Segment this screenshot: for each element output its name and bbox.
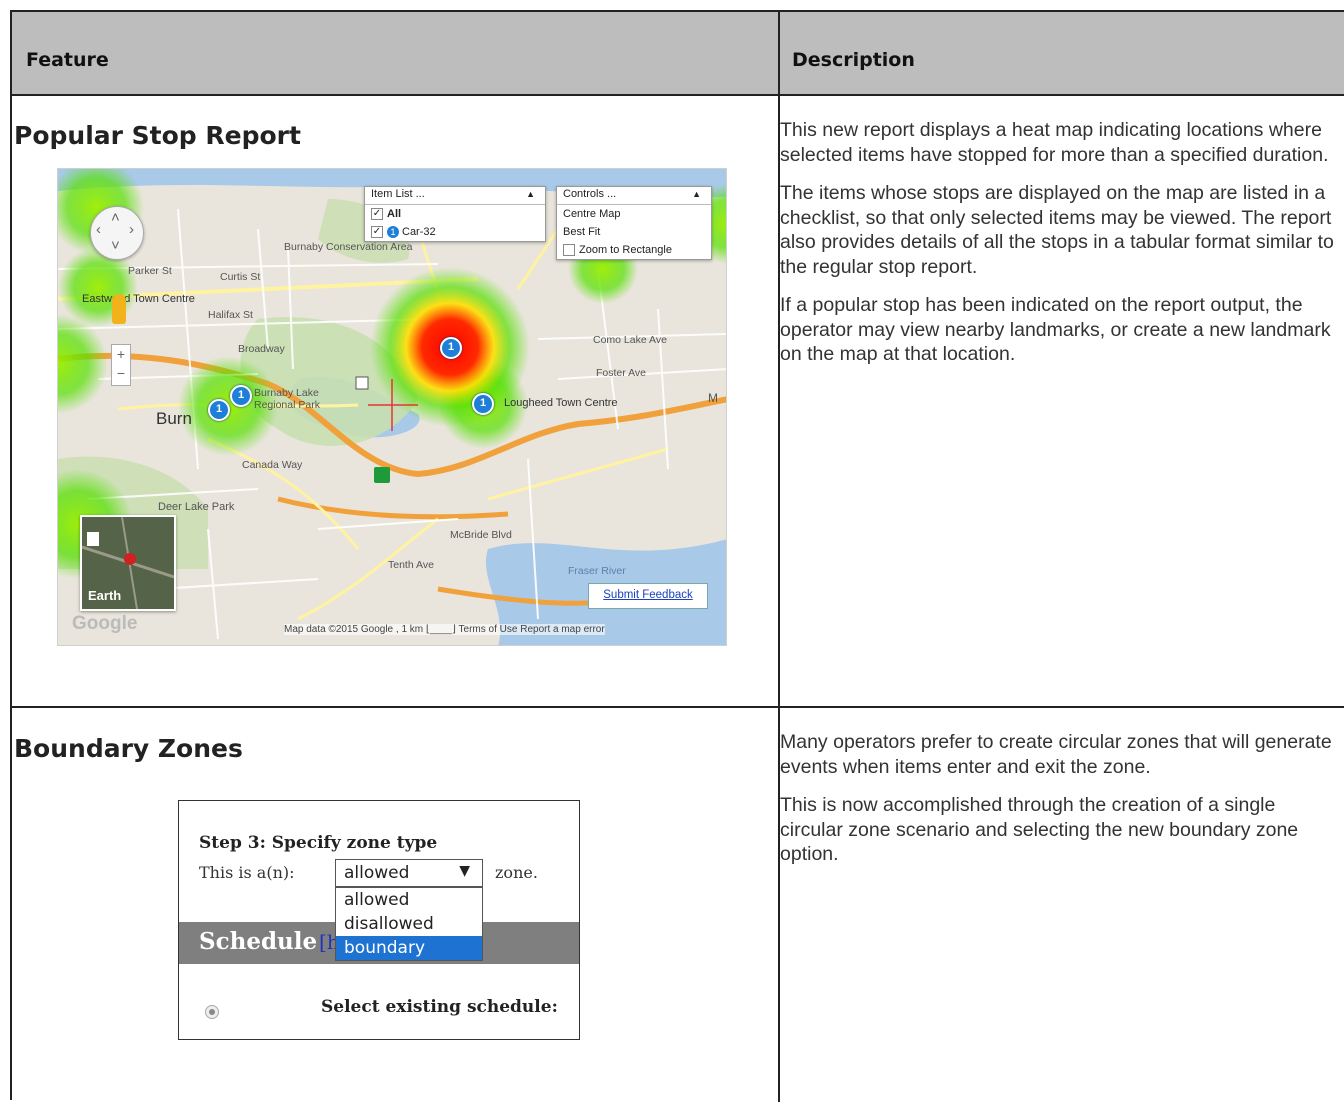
description-paragraph: This new report displays a heat map indi… [780,119,1329,166]
description-paragraph: The items whose stops are displayed on t… [780,182,1334,278]
map-label: Deer Lake Park [158,501,235,513]
row-divider [12,706,1344,708]
map-label: Broadway [238,343,285,355]
heat-map-screenshot: Burnaby Conservation Area Eastwood Town … [57,168,727,646]
stop-marker[interactable]: 1 [230,385,252,407]
map-label: Foster Ave [596,367,646,379]
control-best-fit[interactable]: Best Fit [557,223,711,241]
selected-value: allowed [344,863,410,883]
checkbox-icon[interactable] [563,244,575,257]
table-header [12,12,1344,96]
stop-marker[interactable]: 1 [208,399,230,421]
header-description: Description [792,49,915,71]
description-paragraph: If a popular stop has been indicated on … [780,294,1331,365]
pan-left-icon[interactable]: ‹ [96,221,101,238]
map-label: Fraser River [568,565,626,577]
checkbox-checked-icon[interactable]: ✓ [371,208,383,221]
google-logo: Google [72,613,138,634]
item-list-header[interactable]: Item List ... ▲ [365,187,545,205]
item-label: Car-32 [402,226,436,239]
zone-type-screenshot: Step 3: Specify zone type This is a(n): … [178,800,580,1040]
map-label: Halifax St [208,309,253,321]
control-centre-map[interactable]: Centre Map [557,205,711,223]
stop-marker[interactable]: 1 [472,393,494,415]
controls-header[interactable]: Controls ... ▲ [557,187,711,205]
earth-label: Earth [88,588,122,603]
map-label: Tenth Ave [388,559,434,571]
controls-panel: Controls ... ▲ Centre Map Best Fit Zoom … [556,186,712,261]
control-label: Zoom to Rectangle [579,244,672,256]
zone-type-label: This is a(n): [199,863,295,882]
map-label: M [708,391,718,405]
map-label: Burnaby Conservation Area [284,241,413,253]
map-label: Lougheed Town Centre [504,397,618,409]
zoom-out-icon[interactable]: − [112,364,130,383]
option-boundary[interactable]: boundary [336,936,482,960]
description-paragraph: This is now accomplished through the cre… [780,794,1299,865]
schedule-title: Schedule [199,928,318,955]
stop-marker[interactable]: 1 [440,337,462,359]
earth-view-toggle[interactable]: Earth [80,515,176,611]
feature-title-popular-stop: Popular Stop Report [14,121,301,150]
zoom-control[interactable]: + − [111,344,131,386]
item-label: All [387,208,402,220]
map-label: Parker St [128,265,172,277]
map-label: Eastwood Town Centre [82,293,195,305]
item-list-title: Item List ... [371,188,425,200]
step-heading: Step 3: Specify zone type [199,833,438,853]
zoom-in-icon[interactable]: + [112,345,130,364]
map-label: Burn [156,409,192,428]
stop-marker-icon: 1 [387,226,399,239]
header-feature: Feature [26,49,109,71]
pan-down-icon[interactable]: ˅ [111,237,120,254]
option-allowed[interactable]: allowed [336,888,482,912]
map-label: Como Lake Ave [593,334,667,346]
collapse-icon[interactable]: ▲ [526,189,535,199]
dropdown-arrow-icon[interactable]: ▼ [459,863,470,879]
map-label: Canada Way [242,459,303,471]
zone-word: zone. [495,863,538,882]
description-paragraph: Many operators prefer to create circular… [780,731,1332,778]
description-boundary-zones: Many operators prefer to create circular… [780,730,1340,881]
collapse-icon[interactable]: ▲ [692,189,701,199]
item-list-all[interactable]: ✓ All [365,205,545,223]
zone-type-options: allowed disallowed boundary [335,887,483,961]
existing-schedule-radio[interactable] [205,1005,219,1019]
item-list-car[interactable]: ✓ 1 Car-32 [365,223,545,241]
pan-up-icon[interactable]: ˄ [111,209,120,226]
option-disallowed[interactable]: disallowed [336,912,482,936]
map-label: Curtis St [220,271,261,283]
pan-right-icon[interactable]: › [129,221,134,238]
street-view-pegman-icon[interactable] [112,294,126,324]
zone-type-select[interactable]: allowed ▼ [335,859,483,887]
description-popular-stop: This new report displays a heat map indi… [780,118,1340,381]
feature-title-boundary-zones: Boundary Zones [14,734,243,763]
control-zoom-rectangle[interactable]: Zoom to Rectangle [557,241,711,259]
existing-schedule-label: Select existing schedule: [321,997,558,1017]
map-attribution[interactable]: Map data ©2015 Google , 1 km ⌊____⌋ Term… [284,624,605,635]
submit-feedback-link[interactable]: Submit Feedback [588,583,708,609]
controls-title: Controls ... [563,188,617,200]
map-label: Burnaby Lake Regional Park [254,387,320,411]
map-pan-control[interactable]: ˄ ˅ ‹ › [90,206,144,260]
item-list-panel: Item List ... ▲ ✓ All ✓ 1 Car-32 [364,186,546,243]
map-label: McBride Blvd [450,529,512,541]
checkbox-checked-icon[interactable]: ✓ [371,226,383,239]
